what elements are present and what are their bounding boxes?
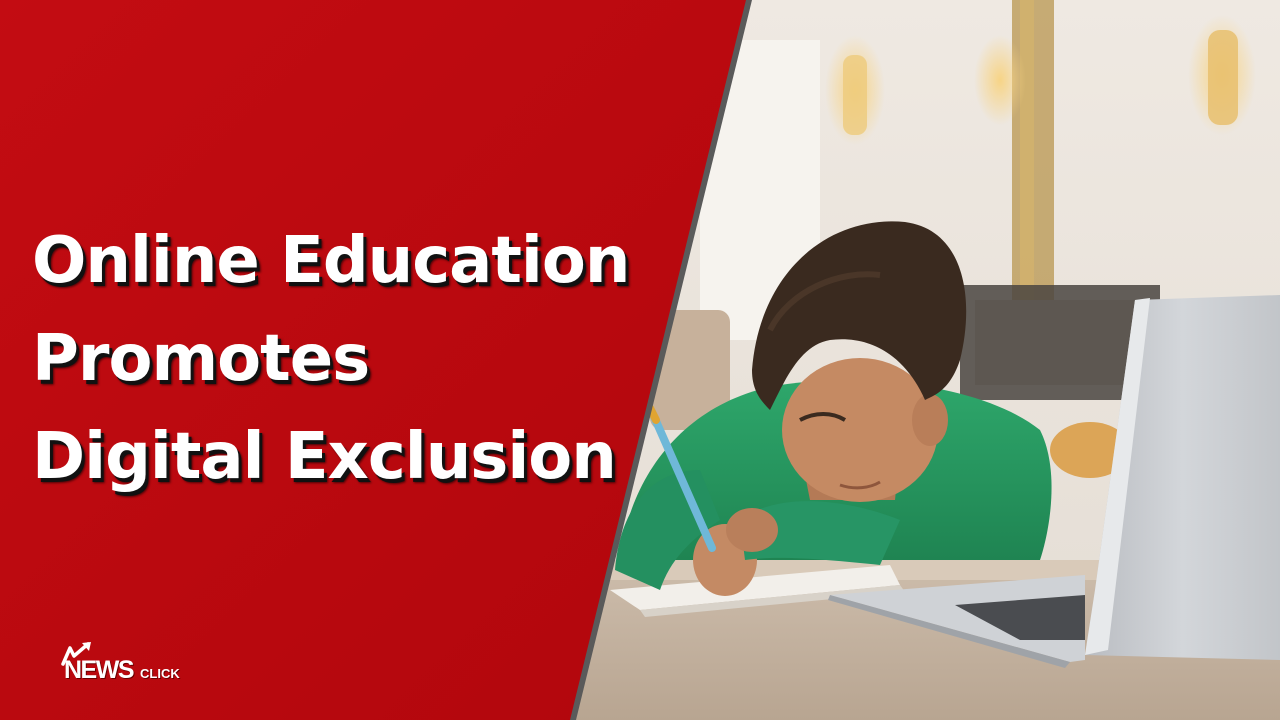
logo-click-text: CLICK — [140, 666, 180, 681]
logo-news-text: NEWS — [64, 656, 135, 684]
headline-line-2: Promotes — [32, 322, 370, 396]
newsclick-logo: NEWS CLICK — [60, 642, 200, 688]
video-thumbnail: Online Education Promotes Digital Exclus… — [0, 0, 1280, 720]
headline-line-1: Online Education — [32, 224, 630, 298]
headline-line-3: Digital Exclusion — [32, 420, 617, 494]
headline-title: Online Education Promotes Digital Exclus… — [32, 212, 630, 506]
